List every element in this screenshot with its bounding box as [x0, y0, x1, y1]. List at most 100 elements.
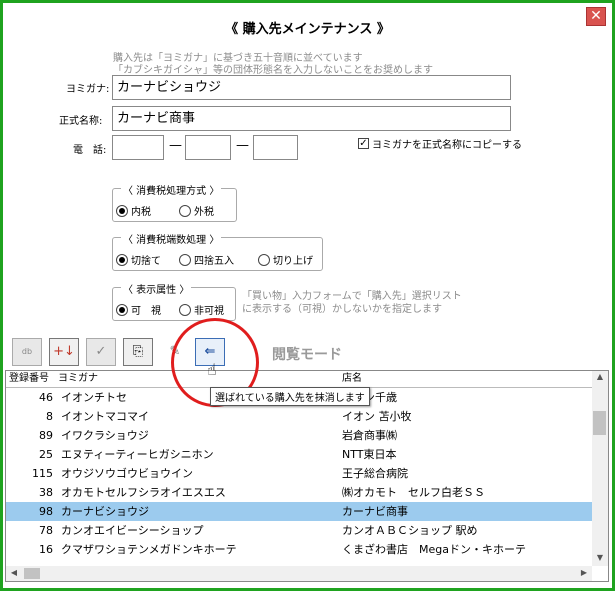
- radio-round-down[interactable]: 切捨て: [116, 252, 161, 267]
- row-store-name: くまざわ書店 Megaドン・キホーテ: [342, 543, 526, 556]
- radio-unselected-icon: [179, 253, 191, 266]
- official-name-input[interactable]: カーナビ商事: [112, 106, 511, 131]
- radio-round-half[interactable]: 四捨五入: [179, 252, 234, 267]
- row-store-name: 岩倉商事㈱: [342, 429, 397, 442]
- radio-exclusive-tax[interactable]: 外税: [179, 203, 214, 218]
- radio-selected-icon: [116, 303, 128, 316]
- radio-inclusive-tax[interactable]: 内税: [116, 203, 151, 218]
- radio-invisible[interactable]: 非可視: [179, 302, 224, 317]
- radio-label: 非可視: [194, 306, 224, 317]
- radio-unselected-icon: [179, 204, 191, 217]
- row-yomigana: クマザワショテンメガドンキホーテ: [61, 543, 237, 556]
- display-attribute-group: 〈 表示属性 〉 可 視 非可視: [112, 281, 236, 321]
- radio-visible[interactable]: 可 視: [116, 302, 161, 317]
- row-number: 98: [39, 505, 53, 518]
- copy-yomigana-label: ヨミガナを正式名称にコピーする: [372, 140, 522, 151]
- horizontal-scrollbar[interactable]: ◀ ▶: [6, 566, 592, 581]
- radio-selected-icon: [116, 204, 128, 217]
- search-button[interactable]: ⎘: [123, 338, 153, 366]
- phone-field-3[interactable]: [253, 135, 298, 160]
- list-item[interactable]: 89 イワクラショウジ 岩倉商事㈱: [6, 426, 592, 445]
- header-number[interactable]: 登録番号: [9, 371, 49, 387]
- list-header: 登録番号 ヨミガナ 店名: [6, 371, 592, 388]
- list-item[interactable]: 8 イオントマコマイ イオン 苫小牧: [6, 407, 592, 426]
- phone-dash-1: —: [169, 138, 182, 153]
- scroll-down-icon[interactable]: ▼: [592, 553, 608, 562]
- row-store-name: NTT東日本: [342, 448, 397, 461]
- yomigana-label: ヨミガナ:: [66, 84, 110, 95]
- row-store-name: ㈱オカモト セルフ白老ＳＳ: [342, 486, 485, 499]
- radio-label: 内税: [131, 207, 151, 218]
- list-item-selected[interactable]: 98 カーナビショウジ カーナビ商事: [6, 502, 592, 521]
- row-store-name: 王子総合病院: [342, 467, 408, 480]
- instruction-line-1: 購入先は「ヨミガナ」に基づき五十音順に並べています: [113, 53, 363, 64]
- vertical-scrollbar[interactable]: ▲ ▼: [592, 371, 608, 566]
- row-number: 89: [39, 429, 53, 442]
- row-yomigana: オカモトセルフシラオイエスエス: [61, 486, 226, 499]
- scroll-up-icon[interactable]: ▲: [592, 372, 608, 381]
- tax-rounding-group: 〈 消費税端数処理 〉 切捨て 四捨五入 切り上げ: [112, 231, 323, 271]
- header-yomigana[interactable]: ヨミガナ: [58, 371, 98, 387]
- row-number: 38: [39, 486, 53, 499]
- row-yomigana: イオントマコマイ: [61, 410, 149, 423]
- radio-label: 四捨五入: [194, 256, 234, 267]
- row-store-name: カンオＡＢＣショップ 駅め: [342, 524, 478, 537]
- db-button[interactable]: db: [12, 338, 42, 366]
- row-yomigana: エヌティーティーヒガシニホン: [61, 448, 214, 461]
- phone-label: 電 話:: [73, 145, 107, 156]
- tax-method-group: 〈 消費税処理方式 〉 内税 外税: [112, 182, 237, 222]
- row-yomigana: カンオエイビーシーショップ: [61, 524, 204, 537]
- horizontal-scroll-thumb[interactable]: [24, 568, 40, 579]
- scroll-right-icon[interactable]: ▶: [576, 568, 592, 577]
- phone-field-1[interactable]: [112, 135, 164, 160]
- tax-rounding-legend: 〈 消費税端数処理 〉: [121, 231, 222, 246]
- row-number: 16: [39, 543, 53, 556]
- list-item[interactable]: 16 クマザワショテンメガドンキホーテ くまざわ書店 Megaドン・キホーテ: [6, 540, 592, 559]
- row-number: 115: [32, 467, 53, 480]
- row-yomigana: オウジソウゴウビョウイン: [61, 467, 193, 480]
- row-number: 25: [39, 448, 53, 461]
- official-name-label: 正式名称:: [59, 116, 103, 127]
- display-hint-line-1: 「買い物」入力フォームで「購入先」選択リスト: [242, 291, 462, 302]
- checkbox-check-icon: ✓: [358, 138, 369, 149]
- vertical-scroll-thumb[interactable]: [593, 411, 606, 435]
- scroll-left-icon[interactable]: ◀: [6, 568, 22, 577]
- phone-dash-2: —: [236, 138, 249, 153]
- radio-unselected-icon: [258, 253, 270, 266]
- row-number: 78: [39, 524, 53, 537]
- header-store-name[interactable]: 店名: [342, 371, 362, 387]
- display-hint: 「買い物」入力フォームで「購入先」選択リスト に表示する（可視）かしないかを指定…: [242, 290, 462, 316]
- radio-label: 切り上げ: [273, 256, 313, 267]
- hand-cursor-icon: ☝: [207, 360, 217, 379]
- window-title: 《 購入先メインテナンス 》: [225, 22, 390, 37]
- row-store-name: カーナビ商事: [342, 505, 408, 518]
- phone-field-2[interactable]: [185, 135, 231, 160]
- radio-label: 切捨て: [131, 256, 161, 267]
- radio-unselected-icon: [179, 303, 191, 316]
- tax-method-legend: 〈 消費税処理方式 〉: [121, 182, 222, 197]
- list-item[interactable]: 25 エヌティーティーヒガシニホン NTT東日本: [6, 445, 592, 464]
- row-number: 46: [39, 391, 53, 404]
- radio-label: 外税: [194, 207, 214, 218]
- row-number: 8: [46, 410, 53, 423]
- yomigana-input[interactable]: カーナビショウジ: [112, 75, 511, 100]
- row-yomigana: カーナビショウジ: [61, 505, 149, 518]
- radio-label: 可 視: [131, 306, 161, 317]
- copy-yomigana-checkbox[interactable]: ✓ ヨミガナを正式名称にコピーする: [358, 136, 522, 151]
- mode-label: 閲覧モード: [272, 347, 342, 363]
- radio-selected-icon: [116, 253, 128, 266]
- row-yomigana: イワクラショウジ: [61, 429, 149, 442]
- delete-tooltip: 選ばれている購入先を抹消します: [210, 387, 370, 406]
- list-item[interactable]: 38 オカモトセルフシラオイエスエス ㈱オカモト セルフ白老ＳＳ: [6, 483, 592, 502]
- list-item[interactable]: 78 カンオエイビーシーショップ カンオＡＢＣショップ 駅め: [6, 521, 592, 540]
- instruction-note: 購入先は「ヨミガナ」に基づき五十音順に並べています 「カブシキガイシャ」等の団体…: [113, 53, 433, 77]
- radio-round-up[interactable]: 切り上げ: [258, 252, 313, 267]
- add-record-button[interactable]: +↓: [49, 338, 79, 366]
- display-attribute-legend: 〈 表示属性 〉: [121, 281, 192, 296]
- row-yomigana: イオンチトセ: [61, 391, 127, 404]
- row-store-name: イオン 苫小牧: [342, 410, 412, 423]
- confirm-button[interactable]: ✓: [86, 338, 116, 366]
- display-hint-line-2: に表示する（可視）かしないかを指定します: [242, 304, 442, 315]
- list-item[interactable]: 115 オウジソウゴウビョウイン 王子総合病院: [6, 464, 592, 483]
- close-button[interactable]: ✕: [586, 7, 606, 26]
